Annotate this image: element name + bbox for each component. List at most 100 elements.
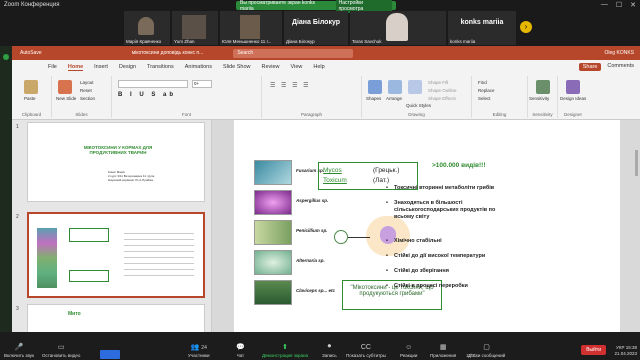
paragraph-buttons[interactable]: ☰ ☰ ☰ ☰: [270, 82, 311, 89]
tab-transitions[interactable]: Transitions: [147, 64, 174, 70]
group-label: Sensitivity: [532, 112, 553, 117]
share-button[interactable]: Share: [578, 63, 602, 71]
group-label: Font: [181, 112, 191, 117]
tab-animations[interactable]: Animations: [185, 64, 212, 70]
tab-review[interactable]: Review: [262, 64, 280, 70]
vertical-scrollbar[interactable]: [635, 150, 638, 176]
tab-home[interactable]: Home: [67, 64, 84, 71]
captions-icon: CC: [360, 344, 371, 351]
share-screen-button[interactable]: ⬆ Демонстрация экрана: [262, 343, 308, 358]
tab-insert[interactable]: Insert: [94, 64, 108, 70]
captions-button[interactable]: CC Показать субтитры: [346, 344, 386, 358]
shape-outline-button[interactable]: Shape Outline: [428, 88, 457, 93]
slide-thumb[interactable]: Мито: [27, 304, 205, 334]
group-editing: Find Replace Select Editing: [472, 76, 528, 118]
tile-name-large: Діана Білокур: [291, 19, 341, 26]
shape-effects-button[interactable]: Shape Effects: [428, 96, 456, 101]
tab-design[interactable]: Design: [119, 64, 136, 70]
next-tiles-icon[interactable]: ›: [520, 21, 532, 33]
tab-view[interactable]: View: [291, 64, 303, 70]
thumb-box: [69, 228, 109, 242]
participants-button[interactable]: 👥 24 Участники: [188, 343, 210, 358]
minimize-icon[interactable]: —: [601, 1, 608, 9]
apps-button[interactable]: ▦ Приложения: [430, 343, 456, 358]
apps-icon: ▦: [439, 344, 447, 351]
section-button[interactable]: Section: [80, 96, 95, 101]
group-slides: New Slide Layout Reset Section Slides: [52, 76, 112, 118]
thumb-number: 2: [16, 214, 19, 220]
group-sensitivity: Sensitivity Sensitivity: [528, 76, 558, 118]
reactions-button[interactable]: ☺ Реакции: [400, 344, 417, 358]
select-button[interactable]: Select: [478, 96, 491, 101]
control-label: Участники: [188, 353, 210, 358]
camera-icon: ▭: [57, 344, 65, 351]
language-indicator[interactable]: УКР: [616, 345, 624, 350]
design-ideas-label: Design Ideas: [560, 96, 587, 101]
maximize-icon[interactable]: ☐: [616, 1, 622, 9]
share-banner[interactable]: Вы просматриваете экран konks mariia Нас…: [236, 0, 396, 13]
video-tile[interactable]: Yum Zhan: [172, 11, 218, 45]
person-avatar: [240, 15, 260, 39]
current-slide[interactable]: Fusarium sp. Aspergillus sp. Penicillium…: [234, 120, 620, 332]
tile-label: konks mariia: [450, 39, 476, 44]
tab-help[interactable]: Help: [313, 64, 324, 70]
layout-button[interactable]: Layout: [80, 80, 94, 85]
reactions-icon: ☺: [405, 344, 413, 351]
paste-label: Paste: [24, 96, 36, 101]
slide-thumb[interactable]: МІКОТОКСИНИ У КОРМАХ ДЛЯ ПРОДУКТИВНИХ ТВ…: [27, 122, 205, 202]
mic-muted-icon: 🎤: [14, 344, 24, 351]
zoom-top-bar: Zoom Конференция Вы просматриваете экран…: [0, 0, 640, 46]
font-family-select[interactable]: [118, 80, 188, 88]
fungus-image: [254, 280, 292, 305]
unmute-button[interactable]: 🎤 Включить звук: [4, 343, 34, 358]
mycos-word: Mycos: [323, 167, 342, 174]
group-paragraph: ☰ ☰ ☰ ☰ Paragraph: [262, 76, 362, 118]
shape-fill-button[interactable]: Shape Fill: [428, 80, 448, 85]
reset-button[interactable]: Reset: [80, 88, 92, 93]
video-tile[interactable]: Юля Меньшненко 11 г...: [220, 11, 282, 45]
person-avatar: [386, 13, 408, 41]
fungus-caption: Penicillium sp.: [296, 228, 328, 233]
format-buttons[interactable]: B I U S ab: [118, 92, 176, 98]
slide-thumb-selected[interactable]: [27, 212, 205, 298]
video-tile[interactable]: Taras Savchuk: [350, 11, 446, 45]
search-input[interactable]: Search: [233, 48, 354, 58]
tab-file[interactable]: File: [48, 64, 57, 70]
slide-thumbnail-pane[interactable]: 1 МІКОТОКСИНИ У КОРМАХ ДЛЯ ПРОДУКТИВНИХ …: [12, 120, 212, 334]
video-tile[interactable]: konks mariia konks mariia: [448, 11, 516, 45]
windows-start-icon[interactable]: [100, 350, 120, 359]
person-avatar: [182, 15, 206, 39]
comments-button[interactable]: Comments: [607, 63, 634, 71]
fungus-caption: Claviceps sp... etc: [296, 288, 336, 293]
weather-widget[interactable]: 11°C: [466, 353, 476, 358]
chat-icon: 💬: [236, 344, 245, 351]
user-name[interactable]: Oleg KONKS: [605, 50, 634, 56]
control-label: Чат: [236, 353, 245, 358]
font-size-select[interactable]: 0+: [192, 80, 212, 88]
toxicum-word: Toxicum: [323, 177, 347, 184]
thumb-bullets: [124, 228, 194, 278]
quick-styles-icon[interactable]: [408, 80, 422, 94]
stop-video-button[interactable]: ▭ Остановить видео: [42, 343, 80, 358]
arrange-icon[interactable]: [388, 80, 402, 94]
chat-button[interactable]: 💬 Чат: [236, 343, 245, 358]
design-ideas-icon[interactable]: [566, 80, 580, 94]
close-icon[interactable]: ✕: [630, 1, 636, 9]
find-button[interactable]: Find: [478, 80, 487, 85]
shapes-icon[interactable]: [368, 80, 382, 94]
tile-name-large: konks mariia: [460, 19, 504, 26]
autosave-toggle[interactable]: AutoSave: [20, 50, 42, 56]
ribbon-tabs: File Home Insert Design Transitions Anim…: [12, 60, 640, 74]
new-slide-icon[interactable]: [58, 80, 72, 94]
paste-icon[interactable]: [24, 80, 38, 94]
slide-editor[interactable]: Fusarium sp. Aspergillus sp. Penicillium…: [212, 120, 640, 332]
video-tile[interactable]: Марія Кравченко: [124, 11, 170, 45]
sensitivity-icon[interactable]: [536, 80, 550, 94]
thumb-number: 1: [16, 124, 19, 130]
video-tile[interactable]: Діана Білокур Діана Білокур: [284, 11, 348, 45]
shapes-label: Shapes: [366, 96, 382, 101]
leave-button[interactable]: Выйти: [581, 345, 606, 355]
record-button[interactable]: ⏺ Запись: [322, 343, 337, 358]
tab-slideshow[interactable]: Slide Show: [223, 64, 251, 70]
replace-button[interactable]: Replace: [478, 88, 495, 93]
